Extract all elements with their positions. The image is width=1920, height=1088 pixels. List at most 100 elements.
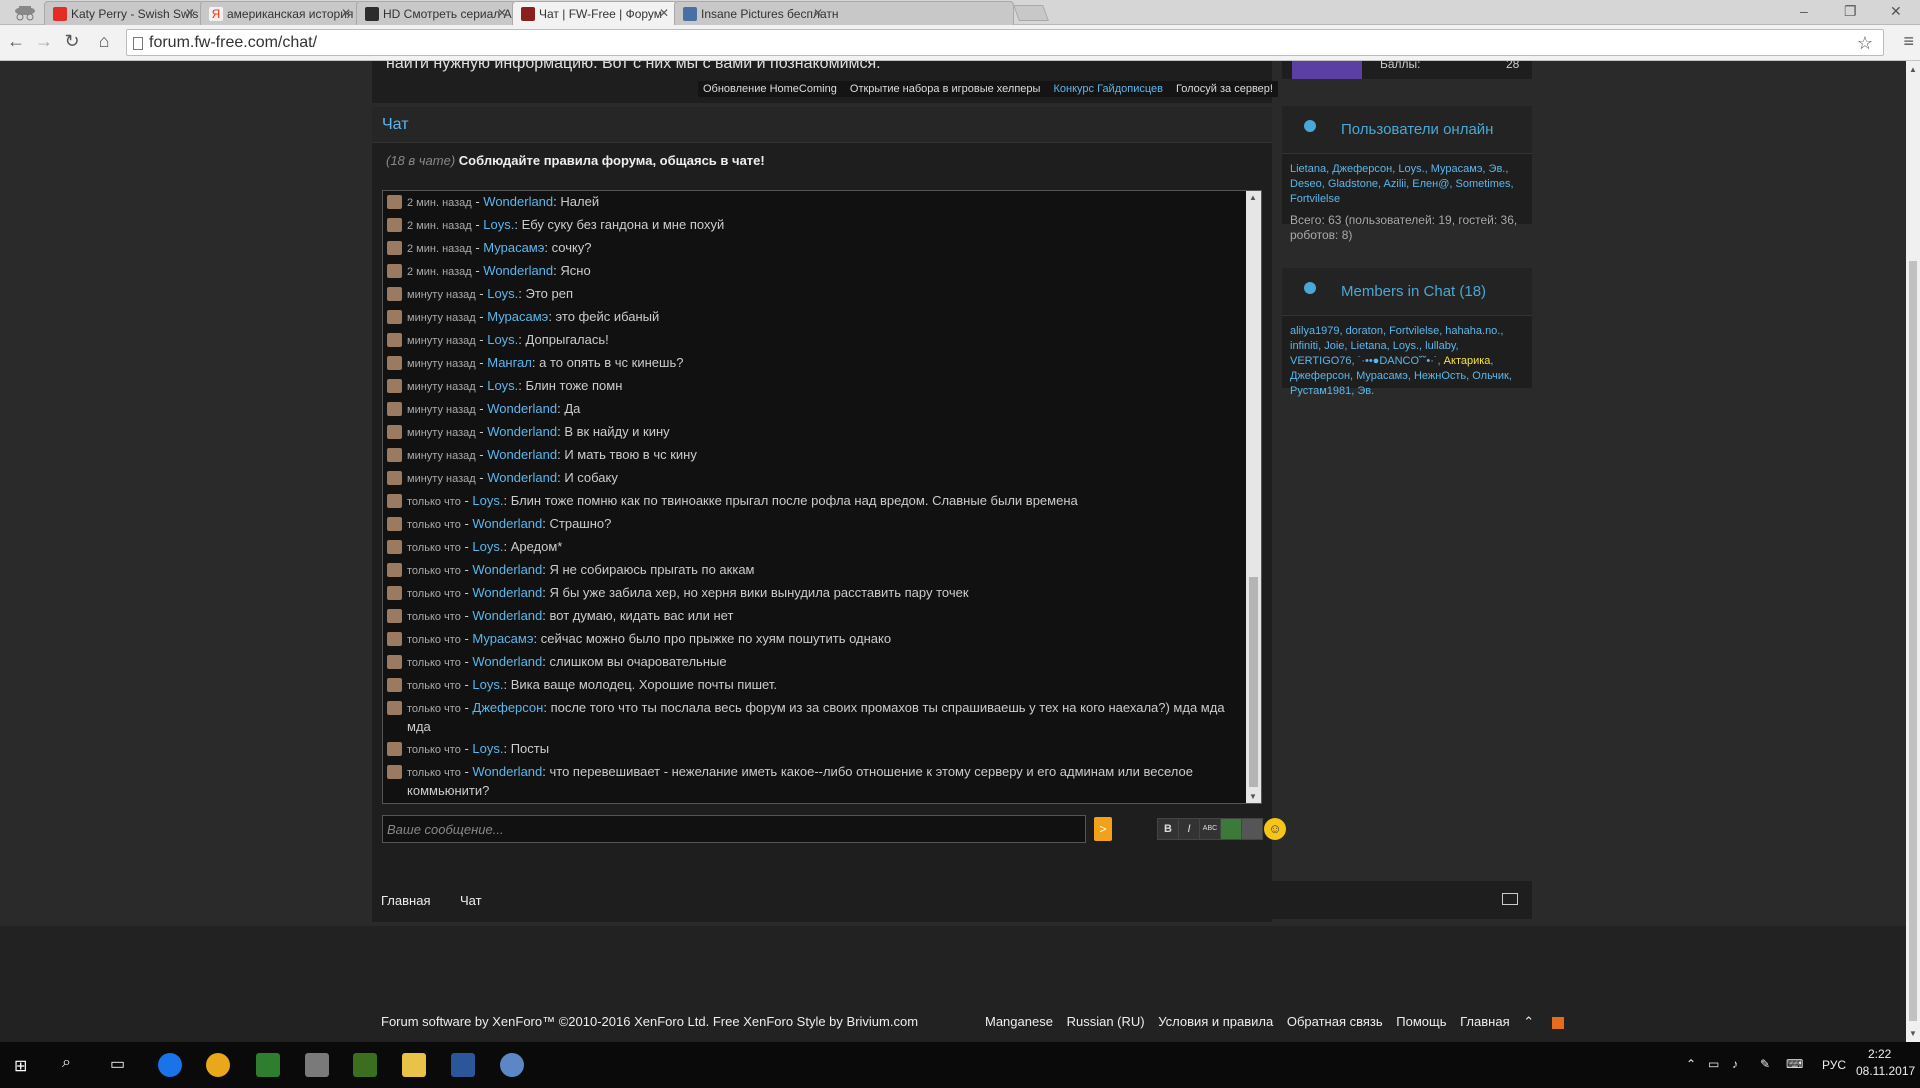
notice-link[interactable]: Открытие набора в игровые хелперы bbox=[845, 81, 1046, 97]
clock-date[interactable]: 08.11.2017 bbox=[1856, 1064, 1915, 1078]
message-author[interactable]: Wonderland bbox=[487, 401, 557, 416]
home-icon[interactable]: ⌂ bbox=[92, 31, 116, 52]
avatar[interactable] bbox=[387, 609, 402, 623]
avatar[interactable] bbox=[387, 264, 402, 278]
avatar[interactable] bbox=[387, 333, 402, 347]
avatar[interactable] bbox=[387, 563, 402, 577]
avatar[interactable] bbox=[387, 379, 402, 393]
send-button[interactable]: > bbox=[1094, 817, 1112, 841]
back-arrow-icon[interactable]: ← bbox=[4, 31, 28, 52]
message-author[interactable]: Wonderland bbox=[483, 194, 553, 209]
message-author[interactable]: Wonderland bbox=[487, 424, 557, 439]
nav-home-link[interactable]: Главная bbox=[381, 893, 430, 908]
maximize-icon[interactable]: ❐ bbox=[1844, 3, 1857, 20]
avatar[interactable] bbox=[387, 471, 402, 485]
bookmark-star-icon[interactable]: ☆ bbox=[1857, 33, 1873, 54]
notice-link[interactable]: Обновление HomeComing bbox=[698, 81, 842, 97]
italic-button[interactable]: I bbox=[1178, 818, 1200, 840]
tray-chevron-icon[interactable]: ⌃ bbox=[1686, 1057, 1696, 1071]
message-author[interactable]: Loys. bbox=[487, 332, 518, 347]
close-tab-icon[interactable]: ✕ bbox=[341, 6, 351, 20]
keyboard-icon[interactable]: ⌨ bbox=[1786, 1057, 1803, 1071]
footer-link[interactable]: Условия и правила bbox=[1158, 1014, 1273, 1029]
online-users-list[interactable]: Lietana, Джеферсон, Loys., Мурасамэ, Эв.… bbox=[1282, 154, 1532, 207]
reload-icon[interactable]: ↻ bbox=[60, 31, 84, 52]
notice-link[interactable]: Конкурс Гайдописцев bbox=[1049, 81, 1168, 97]
avatar[interactable] bbox=[387, 310, 402, 324]
messages-panel[interactable]: 2 мин. назад - Wonderland: Налей 2 мин. н… bbox=[382, 190, 1262, 804]
chat-scrollbar[interactable]: ▲ ▼ bbox=[1246, 191, 1261, 803]
message-author[interactable]: Loys. bbox=[487, 286, 518, 301]
volume-icon[interactable]: ♪ bbox=[1732, 1057, 1738, 1071]
strike-button[interactable]: ABC bbox=[1199, 818, 1221, 840]
app-icon[interactable] bbox=[500, 1053, 524, 1077]
chevron-up-icon[interactable]: ⌃ bbox=[1523, 1014, 1534, 1029]
avatar[interactable] bbox=[387, 195, 402, 209]
tab-yandex[interactable]: Я американская история у ✕ bbox=[200, 1, 360, 25]
members-list-yellow[interactable]: Актарика bbox=[1444, 355, 1491, 367]
scanner-icon[interactable] bbox=[305, 1053, 329, 1077]
menu-icon[interactable]: ≡ bbox=[1903, 31, 1914, 52]
tab-hd[interactable]: HD Смотреть сериал Амери ✕ bbox=[356, 1, 516, 25]
message-author[interactable]: Wonderland bbox=[472, 608, 542, 623]
message-author[interactable]: Loys. bbox=[472, 493, 503, 508]
scroll-down-icon[interactable]: ▼ bbox=[1249, 792, 1257, 801]
notice-link[interactable]: Голосуй за сервер! bbox=[1171, 81, 1278, 97]
message-author[interactable]: Wonderland bbox=[472, 562, 542, 577]
word-icon[interactable] bbox=[451, 1053, 475, 1077]
message-author[interactable]: Loys. bbox=[483, 217, 514, 232]
message-author[interactable]: Wonderland bbox=[472, 764, 542, 779]
avatar[interactable] bbox=[387, 742, 402, 756]
tab-insane[interactable]: Insane Pictures бесплатн ✕ bbox=[674, 1, 1014, 25]
avatar[interactable] bbox=[387, 678, 402, 692]
tab-chat[interactable]: Чат | FW-Free | Форум ✕ bbox=[512, 1, 678, 26]
new-tab-button[interactable] bbox=[1013, 5, 1049, 21]
message-author[interactable]: Wonderland bbox=[487, 447, 557, 462]
close-tab-icon[interactable]: ✕ bbox=[659, 6, 669, 20]
message-author[interactable]: Loys. bbox=[472, 741, 503, 756]
folder-icon[interactable] bbox=[402, 1053, 426, 1077]
scroll-thumb[interactable] bbox=[1909, 261, 1917, 1021]
clock-time[interactable]: 2:22 bbox=[1868, 1047, 1891, 1061]
scroll-up-icon[interactable]: ▲ bbox=[1249, 193, 1257, 202]
avatar[interactable] bbox=[387, 586, 402, 600]
chrome-icon[interactable] bbox=[158, 1053, 182, 1077]
avatar[interactable] bbox=[387, 448, 402, 462]
message-author[interactable]: Loys. bbox=[487, 378, 518, 393]
avatar[interactable] bbox=[387, 655, 402, 669]
message-author[interactable]: Wonderland bbox=[472, 654, 542, 669]
close-tab-icon[interactable]: ✕ bbox=[185, 6, 195, 20]
members-chat-title[interactable]: Members in Chat (18) bbox=[1341, 283, 1486, 300]
avatar[interactable] bbox=[387, 241, 402, 255]
rss-icon[interactable] bbox=[1551, 1016, 1564, 1029]
search-icon[interactable]: ⌕ bbox=[62, 1054, 71, 1072]
message-author[interactable]: Wonderland bbox=[472, 585, 542, 600]
network-icon[interactable]: ▭ bbox=[1708, 1057, 1719, 1071]
footer-link[interactable]: Russian (RU) bbox=[1067, 1014, 1145, 1029]
message-author[interactable]: Мурасамэ bbox=[483, 240, 544, 255]
message-author[interactable]: Джеферсон bbox=[472, 700, 543, 715]
pen-icon[interactable]: ✎ bbox=[1760, 1057, 1770, 1071]
members-chat-list[interactable]: alilya1979, doraton, Fortvilelse, hahaha… bbox=[1282, 316, 1532, 399]
message-author[interactable]: Wonderland bbox=[472, 516, 542, 531]
color-wheel-icon[interactable] bbox=[206, 1053, 230, 1077]
footer-link[interactable]: Manganese bbox=[985, 1014, 1053, 1029]
avatar[interactable] bbox=[387, 356, 402, 370]
link-icon[interactable] bbox=[1241, 818, 1263, 840]
language-indicator[interactable]: РУС bbox=[1822, 1058, 1846, 1072]
page-scrollbar[interactable]: ▲ ▼ bbox=[1906, 61, 1920, 1042]
windows-start-icon[interactable]: ⊞ bbox=[14, 1056, 32, 1075]
task-view-icon[interactable]: ▭ bbox=[110, 1054, 125, 1074]
cube-app-icon[interactable] bbox=[256, 1053, 280, 1077]
close-window-icon[interactable]: ✕ bbox=[1890, 3, 1902, 20]
footer-link[interactable]: Главная bbox=[1460, 1014, 1509, 1029]
message-author[interactable]: Wonderland bbox=[483, 263, 553, 278]
nav-chat-link[interactable]: Чат bbox=[460, 893, 482, 908]
image-icon[interactable] bbox=[1220, 818, 1242, 840]
message-author[interactable]: Мангал bbox=[487, 355, 532, 370]
nvidia-icon[interactable] bbox=[353, 1053, 377, 1077]
scroll-down-icon[interactable]: ▼ bbox=[1909, 1029, 1917, 1038]
footer-link[interactable]: Обратная связь bbox=[1287, 1014, 1383, 1029]
scroll-thumb[interactable] bbox=[1249, 577, 1258, 787]
message-author[interactable]: Wonderland bbox=[487, 470, 557, 485]
